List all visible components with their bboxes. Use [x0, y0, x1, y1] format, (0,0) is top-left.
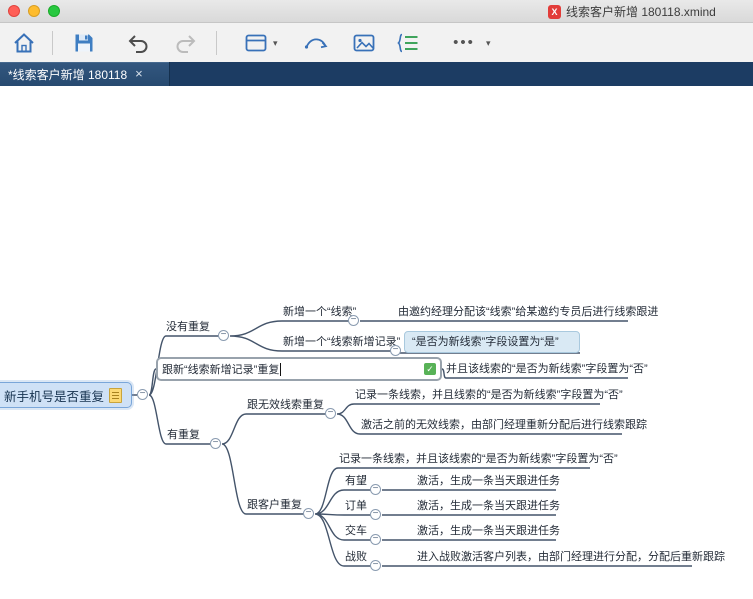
- undo-icon: [128, 35, 148, 53]
- home-icon: [14, 33, 34, 53]
- topic-has-duplicate[interactable]: 有重复: [167, 427, 200, 443]
- more-icon: •••: [453, 34, 475, 51]
- topic-delivery[interactable]: 交车: [345, 523, 367, 539]
- home-button[interactable]: [10, 29, 38, 57]
- collapse-button-customer-duplicate[interactable]: −: [303, 508, 314, 519]
- app-window: X 线索客户新增 180118.xmind ▾ ••• ▾ *线索客户新增 18…: [0, 0, 753, 599]
- collapse-button-defeat[interactable]: −: [370, 560, 381, 571]
- topic-delivery-detail[interactable]: 激活，生成一条当天跟进任务: [417, 523, 560, 539]
- tab-label: *线索客户新增 180118: [8, 67, 128, 82]
- note-icon[interactable]: [109, 387, 123, 403]
- toolbar: ▾ ••• ▾: [0, 23, 753, 62]
- collapse-button-no-duplicate[interactable]: −: [218, 330, 229, 341]
- topic-new-record[interactable]: 新增一个“线索新增记录”: [283, 334, 400, 350]
- topic-new-lead[interactable]: 新增一个“线索”: [283, 304, 356, 320]
- traffic-lights: [8, 5, 60, 17]
- redo-icon: [176, 35, 196, 53]
- topic-order[interactable]: 订单: [345, 498, 367, 514]
- confirm-edit-check-icon[interactable]: ✓: [424, 363, 436, 375]
- outline-icon: [397, 33, 418, 53]
- outline-button[interactable]: [394, 29, 422, 57]
- collapse-button-delivery[interactable]: −: [370, 534, 381, 545]
- collapse-button-new-record[interactable]: −: [390, 345, 401, 356]
- collapse-button-has-duplicate[interactable]: −: [210, 438, 221, 449]
- relationship-button[interactable]: [302, 29, 330, 57]
- insert-image-button[interactable]: [350, 29, 378, 57]
- topic-editing-textbox[interactable]: 跟新“线索新增记录”重复 ✓: [156, 357, 442, 381]
- redo-button[interactable]: [172, 29, 200, 57]
- text-cursor: [280, 362, 282, 376]
- topic-hopeful[interactable]: 有望: [345, 473, 367, 489]
- topic-no-duplicate[interactable]: 没有重复: [166, 319, 210, 335]
- topic-editing-detail[interactable]: 并且该线索的“是否为新线索”字段置为“否”: [446, 361, 648, 377]
- topic-new-lead-detail[interactable]: 由邀约经理分配该“线索”给某邀约专员后进行线索跟进: [398, 304, 658, 320]
- relationship-icon: [304, 38, 328, 49]
- topic-hopeful-detail[interactable]: 激活，生成一条当天跟进任务: [417, 473, 560, 489]
- tab-bar: *线索客户新增 180118 ×: [0, 62, 753, 86]
- titlebar: X 线索客户新增 180118.xmind: [0, 0, 753, 23]
- collapse-button-root[interactable]: −: [137, 389, 148, 400]
- collapse-button-new-lead[interactable]: −: [348, 315, 359, 326]
- save-button[interactable]: [70, 29, 98, 57]
- collapse-button-hopeful[interactable]: −: [370, 484, 381, 495]
- window-title-area: X 线索客户新增 180118.xmind: [548, 3, 716, 20]
- collapse-button-invalid-duplicate[interactable]: −: [325, 408, 336, 419]
- topic-order-detail[interactable]: 激活，生成一条当天跟进任务: [417, 498, 560, 514]
- sheet-dropdown-caret[interactable]: ▾: [273, 38, 278, 49]
- topic-new-record-detail-highlighted[interactable]: “是否为新线索”字段设置为“是”: [404, 331, 580, 353]
- save-icon: [75, 34, 93, 52]
- root-topic-label: 新手机号是否重复: [4, 389, 105, 404]
- undo-button[interactable]: [124, 29, 152, 57]
- insert-image-icon: [353, 34, 375, 52]
- minimize-window-button[interactable]: [28, 5, 40, 17]
- window-title: 线索客户新增 180118.xmind: [566, 5, 716, 19]
- topic-customer-detail[interactable]: 记录一条线索，并且该线索的“是否为新线索”字段置为“否”: [339, 451, 618, 467]
- topic-defeat-detail[interactable]: 进入战败激活客户列表，由部门经理进行分配，分配后重新跟踪: [417, 549, 725, 565]
- tab-active-sheet[interactable]: *线索客户新增 180118 ×: [0, 62, 170, 86]
- sheet-icon: [245, 34, 267, 52]
- more-dropdown-caret[interactable]: ▾: [486, 38, 491, 49]
- collapse-button-order[interactable]: −: [370, 509, 381, 520]
- more-button[interactable]: •••: [446, 29, 482, 57]
- root-topic[interactable]: 新手机号是否重复: [0, 382, 132, 408]
- xmind-file-icon: X: [548, 4, 561, 19]
- topic-defeat[interactable]: 战败: [345, 549, 367, 565]
- topic-invalid-detail-1[interactable]: 记录一条线索，并且线索的“是否为新线索”字段置为“否”: [355, 387, 623, 403]
- sheet-button[interactable]: [242, 29, 270, 57]
- mindmap-canvas[interactable]: 新手机号是否重复 没有重复 新增一个“线索” 由邀约经理分配该“线索”给某邀约专…: [0, 86, 753, 599]
- topic-editing-text: 跟新“线索新增记录”重复: [162, 364, 280, 376]
- close-window-button[interactable]: [8, 5, 20, 17]
- topic-invalid-duplicate[interactable]: 跟无效线索重复: [247, 397, 324, 413]
- toolbar-separator: [216, 31, 217, 55]
- topic-invalid-detail-2[interactable]: 激活之前的无效线索，由部门经理重新分配后进行线索跟踪: [361, 417, 647, 433]
- tab-close-icon[interactable]: ×: [135, 67, 143, 80]
- toolbar-separator: [52, 31, 53, 55]
- topic-customer-duplicate[interactable]: 跟客户重复: [247, 497, 302, 513]
- zoom-window-button[interactable]: [48, 5, 60, 17]
